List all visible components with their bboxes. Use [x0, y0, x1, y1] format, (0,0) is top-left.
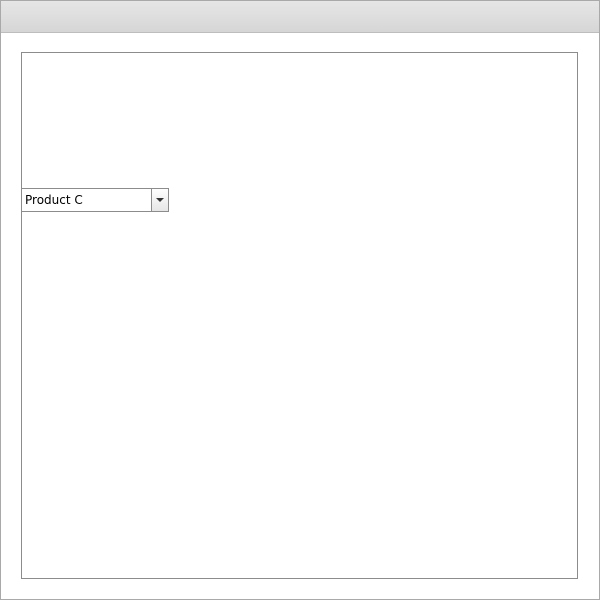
product-dropdown-value: Product C [25, 193, 83, 207]
app-window: Product C [0, 0, 600, 600]
title-bar[interactable] [1, 1, 599, 33]
content-panel: Product C [21, 52, 578, 579]
chevron-down-icon [156, 198, 164, 202]
dropdown-toggle-button[interactable] [151, 189, 168, 211]
product-dropdown[interactable]: Product C [21, 188, 169, 212]
